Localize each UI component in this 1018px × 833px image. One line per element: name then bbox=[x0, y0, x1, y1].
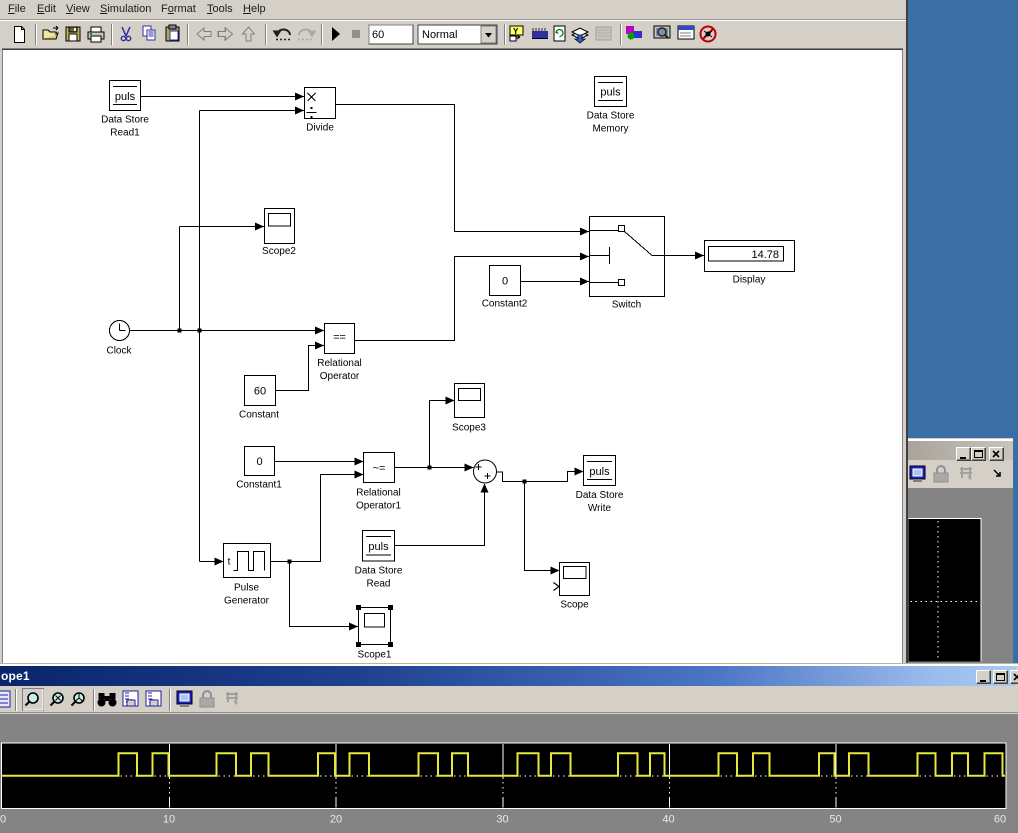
svg-text:0: 0 bbox=[256, 456, 262, 468]
svg-text:puls: puls bbox=[115, 91, 136, 103]
svg-text:Switch: Switch bbox=[612, 300, 641, 311]
svg-text:0: 0 bbox=[0, 814, 6, 826]
svg-text:Constant: Constant bbox=[239, 410, 279, 421]
svg-text:puls: puls bbox=[600, 87, 621, 99]
svg-text:Relational: Relational bbox=[317, 358, 361, 369]
svg-text:60: 60 bbox=[254, 386, 266, 398]
svg-text:Display: Display bbox=[733, 275, 766, 286]
svg-text:Read: Read bbox=[367, 579, 391, 590]
svg-text:20: 20 bbox=[330, 814, 342, 826]
svg-text:Data Store: Data Store bbox=[576, 490, 624, 501]
svg-text:Scope1: Scope1 bbox=[358, 650, 392, 661]
svg-text:Normal: Normal bbox=[422, 29, 457, 41]
svg-text:30: 30 bbox=[496, 814, 508, 826]
svg-text:Y: Y bbox=[513, 27, 519, 36]
svg-text:50: 50 bbox=[829, 814, 841, 826]
svg-text:14.78: 14.78 bbox=[751, 249, 779, 261]
svg-text:Generator: Generator bbox=[224, 596, 270, 607]
svg-text:Constant2: Constant2 bbox=[482, 299, 528, 310]
svg-text:Write: Write bbox=[588, 503, 612, 514]
svg-text:Divide: Divide bbox=[306, 123, 334, 134]
svg-text:Scope2: Scope2 bbox=[262, 246, 296, 257]
svg-text:puls: puls bbox=[589, 466, 610, 478]
svg-text:~=: ~= bbox=[373, 463, 386, 475]
svg-text:Pulse: Pulse bbox=[234, 583, 259, 594]
svg-text:Data Store: Data Store bbox=[587, 111, 635, 122]
svg-text:Operator1: Operator1 bbox=[356, 501, 401, 512]
svg-text:t: t bbox=[228, 557, 231, 568]
svg-text:Read1: Read1 bbox=[110, 128, 140, 139]
svg-text:40: 40 bbox=[662, 814, 674, 826]
svg-text:60: 60 bbox=[994, 814, 1006, 826]
svg-text:Relational: Relational bbox=[356, 488, 400, 499]
svg-text:Scope: Scope bbox=[560, 600, 589, 611]
svg-text:Scope3: Scope3 bbox=[452, 423, 486, 434]
svg-text:==: == bbox=[333, 332, 346, 344]
svg-text:puls: puls bbox=[368, 541, 389, 553]
svg-text:Data Store: Data Store bbox=[355, 566, 403, 577]
svg-text:Constant1: Constant1 bbox=[236, 480, 282, 491]
svg-text:60: 60 bbox=[372, 29, 384, 41]
svg-text:Clock: Clock bbox=[106, 346, 132, 357]
svg-text:0: 0 bbox=[502, 276, 508, 288]
svg-text:10: 10 bbox=[163, 814, 175, 826]
svg-text:Data Store: Data Store bbox=[101, 115, 149, 126]
svg-text:Operator: Operator bbox=[320, 371, 360, 382]
svg-text:Memory: Memory bbox=[592, 124, 628, 135]
